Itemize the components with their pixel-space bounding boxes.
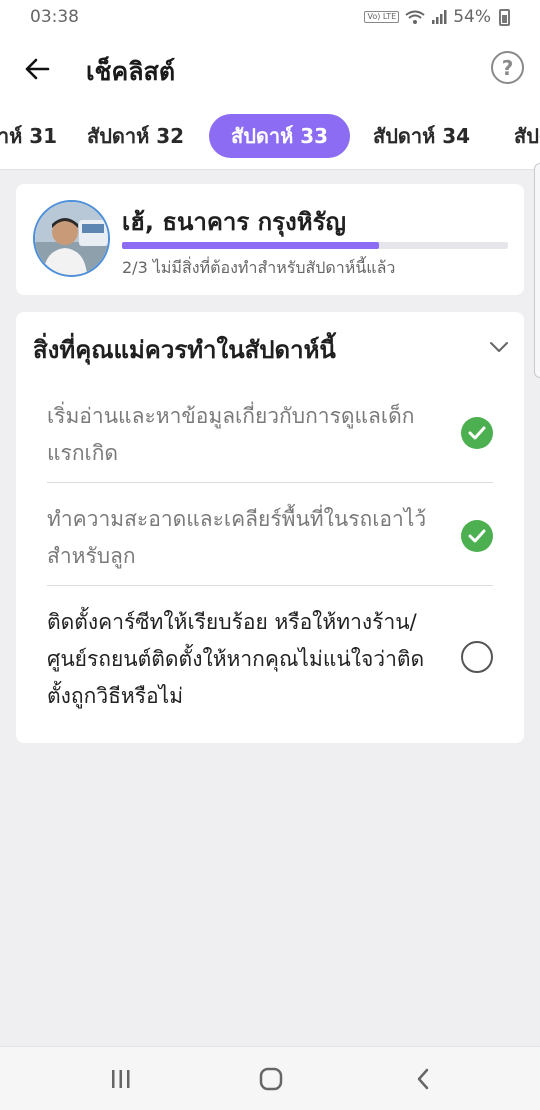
tab-week-35[interactable]: สัปดาห์ 35 (514, 114, 540, 158)
progress-bar (122, 242, 508, 249)
checklist-item-1[interactable]: เริ่มอ่านและหาข้อมูลเกี่ยวกับการดูแลเด็ก… (47, 396, 493, 483)
arrow-left-icon (25, 58, 50, 80)
checkbox-checked-icon[interactable] (461, 417, 493, 449)
page-title: เช็คลิสต์ (86, 57, 176, 86)
avatar[interactable] (33, 200, 110, 277)
app-bar: เช็คลิสต์ ? (0, 34, 540, 104)
system-nav-bar (0, 1046, 540, 1110)
status-bar: 03:38 Vo) LTE 54% (0, 0, 540, 34)
profile-card: เฮ้, ธนาคาร กรุงหิรัญ 2/3 ไม่มีสิ่งที่ต้… (16, 184, 524, 295)
tab-week-32[interactable]: สัปดาห์ 32 (87, 114, 184, 158)
checklist-item-3[interactable]: ติดตั้งคาร์ซีทให้เรียบร้อย หรือให้ทางร้า… (47, 586, 493, 726)
wifi-icon (405, 10, 425, 24)
back-icon (417, 1068, 429, 1090)
checklist-item-text: ติดตั้งคาร์ซีทให้เรียบร้อย หรือให้ทางร้า… (47, 610, 425, 708)
status-icons: Vo) LTE 54% (364, 7, 510, 27)
checklist-title: สิ่งที่คุณแม่ควรทำในสัปดาห์นี้ (33, 336, 336, 364)
collapse-button[interactable] (488, 336, 510, 358)
battery-icon (499, 8, 510, 26)
checklist-item-text: เริ่มอ่านและหาข้อมูลเกี่ยวกับการดูแลเด็ก… (47, 404, 415, 465)
side-drawer-handle[interactable] (534, 163, 540, 378)
checkbox-unchecked-icon[interactable] (461, 641, 493, 673)
progress-text: 2/3 ไม่มีสิ่งที่ต้องทำสำหรับสัปดาห์นี้แล… (122, 258, 396, 277)
tab-week-34[interactable]: สัปดาห์ 34 (373, 114, 470, 158)
help-button[interactable]: ? (491, 51, 524, 84)
checkbox-checked-icon[interactable] (461, 520, 493, 552)
checklist-item-text: ทำความสะอาดและเคลียร์พื้นที่ในรถเอาไว้สำ… (47, 507, 427, 568)
profile-greeting: เฮ้, ธนาคาร กรุงหิรัญ (122, 208, 346, 236)
home-icon (259, 1067, 283, 1091)
battery-percent: 54% (453, 7, 491, 27)
home-button[interactable] (253, 1061, 289, 1097)
signal-icon (432, 10, 447, 24)
volte-lte-icon: Vo) LTE (364, 11, 400, 23)
checklist-item-2[interactable]: ทำความสะอาดและเคลียร์พื้นที่ในรถเอาไว้สำ… (47, 483, 493, 586)
status-time: 03:38 (30, 7, 79, 27)
recent-apps-icon (112, 1070, 130, 1088)
avatar-photo-icon (35, 202, 108, 275)
back-button[interactable] (22, 54, 52, 84)
chevron-down-icon (490, 342, 508, 352)
recent-apps-button[interactable] (103, 1061, 139, 1097)
tab-week-33[interactable]: สัปดาห์ 33 (209, 114, 351, 158)
week-tabs: สัปดาห์ 31 สัปดาห์ 32 สัปดาห์ 33 สัปดาห์… (0, 104, 540, 170)
checklist-card: สิ่งที่คุณแม่ควรทำในสัปดาห์นี้ เริ่มอ่าน… (16, 312, 524, 743)
question-circle-icon: ? (501, 55, 514, 80)
progress-fill (122, 242, 380, 249)
tab-week-31[interactable]: สัปดาห์ 31 (0, 114, 57, 158)
nav-back-button[interactable] (405, 1061, 441, 1097)
